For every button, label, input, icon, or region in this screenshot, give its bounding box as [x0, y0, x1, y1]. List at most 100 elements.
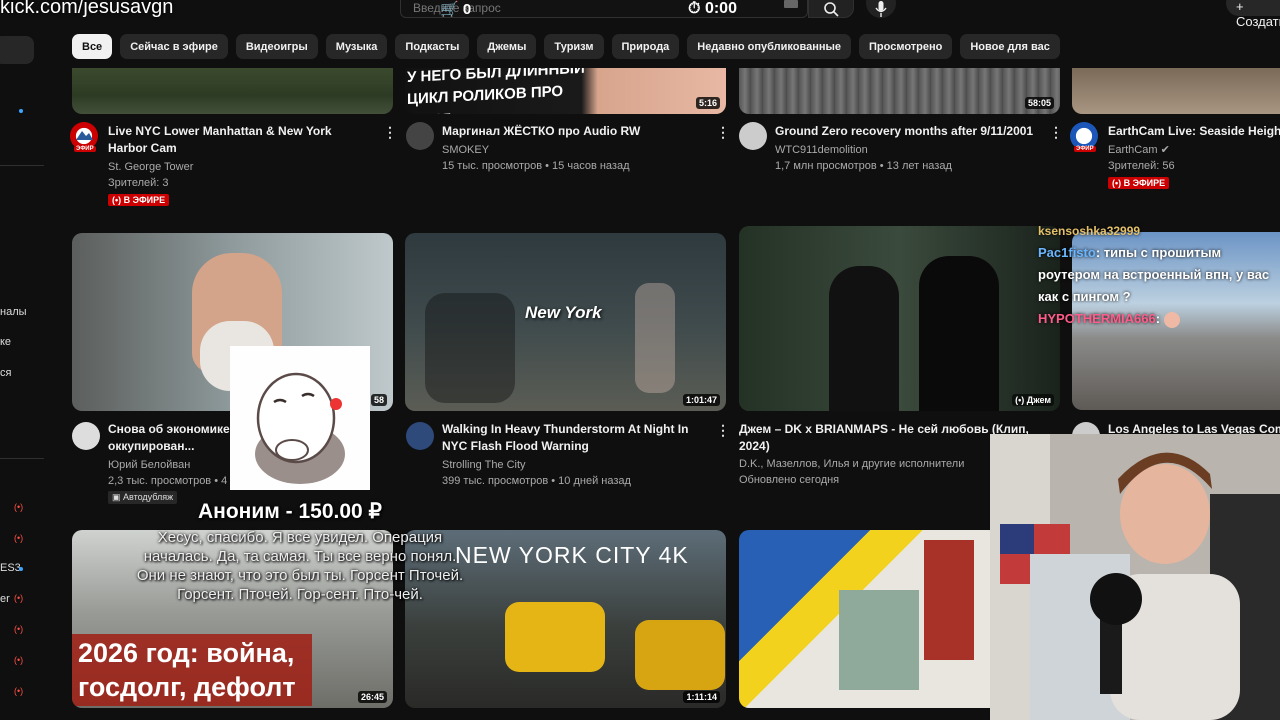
chip-podcasts[interactable]: Подкасты: [395, 34, 470, 59]
video-title[interactable]: Live NYC Lower Manhattan & New York Harb…: [108, 123, 370, 157]
video-stats: 399 тыс. просмотров • 10 дней назад: [442, 475, 631, 487]
auto-dub-badge: ▣ Автодубляж: [108, 491, 178, 504]
channel-name[interactable]: D.K., Мазеллов, Илья и другие исполнител…: [739, 456, 964, 473]
thumbnail-taxi: [505, 602, 605, 672]
sidebar-item-subscription[interactable]: ES3: [0, 562, 21, 574]
video-thumbnail[interactable]: [1072, 68, 1280, 114]
live-icon: (•): [14, 624, 24, 634]
new-content-dot: [19, 567, 23, 571]
video-duration: 58:05: [1024, 97, 1054, 109]
video-title[interactable]: Ground Zero recovery months after 9/11/2…: [775, 123, 1045, 140]
sidebar-divider: [0, 458, 44, 459]
video-title[interactable]: Walking In Heavy Thunderstorm At Night I…: [442, 421, 712, 455]
cat-sticker-icon: [255, 372, 345, 484]
sidebar-item-home[interactable]: [0, 36, 34, 64]
sidebar-divider: [0, 165, 44, 166]
video-title[interactable]: EarthCam Live: Seaside Heights: [1108, 123, 1280, 140]
thumbnail-map: [839, 590, 919, 690]
channel-name[interactable]: EarthCam ✔: [1108, 142, 1170, 159]
new-content-dot: [19, 109, 23, 113]
chip-watched[interactable]: Просмотрено: [859, 34, 953, 59]
streamer-camera-feed: [990, 434, 1280, 720]
sidebar-item-2[interactable]: ке: [0, 336, 11, 348]
search-button[interactable]: [808, 0, 854, 18]
video-duration: 26:45: [357, 691, 387, 703]
sidebar-item-3[interactable]: ся: [0, 367, 11, 379]
chip-recently-uploaded[interactable]: Недавно опубликованные: [687, 34, 852, 59]
live-icon: (•): [14, 533, 24, 543]
create-button[interactable]: + Создать: [1226, 0, 1280, 29]
chip-all[interactable]: Все: [72, 34, 113, 59]
video-thumbnail[interactable]: (•) Джем: [739, 226, 1060, 411]
channel-name[interactable]: Strolling The City: [442, 457, 526, 474]
video-duration: 5:16: [695, 97, 720, 109]
chat-overlay: ksensoshka32999 Pac1fisto: типы с прошит…: [1038, 224, 1280, 330]
thumbnail-tower: [924, 540, 974, 660]
live-icon: (•): [14, 686, 24, 696]
chip-music[interactable]: Музыка: [325, 34, 388, 59]
sidebar: налы ке ся (•) (•) ES3 er (•) (•) (•) (•…: [0, 30, 46, 720]
update-status: Обновлено сегодня: [739, 474, 840, 486]
video-thumbnail[interactable]: New York 1:01:47: [405, 233, 726, 411]
more-options-icon[interactable]: ⋮: [716, 124, 730, 141]
voice-search-button[interactable]: [866, 0, 896, 18]
search-icon: [824, 2, 839, 17]
more-options-icon[interactable]: ⋮: [716, 422, 730, 439]
thumbnail-person: [829, 266, 899, 411]
live-icon: (•): [14, 593, 24, 603]
channel-name[interactable]: WTC911demolition: [775, 142, 868, 159]
stream-url-overlay: kick.com/jesusavgn: [0, 0, 174, 18]
jam-badge: (•) Джем: [1012, 394, 1054, 406]
sidebar-item-subscription[interactable]: er: [0, 593, 10, 605]
verified-icon: ✔: [1160, 144, 1170, 156]
thumbnail-people: [425, 293, 515, 403]
thumbnail-caption: New York: [525, 303, 602, 322]
channel-avatar[interactable]: [406, 422, 434, 450]
chip-new-to-you[interactable]: Новое для вас: [960, 34, 1060, 59]
more-options-icon[interactable]: ⋮: [1049, 124, 1063, 141]
chip-gaming[interactable]: Видеоигры: [235, 34, 318, 59]
live-icon: (•): [14, 502, 24, 512]
chat-username: Pac1fisto: [1038, 245, 1096, 260]
video-thumbnail[interactable]: 58:05: [739, 68, 1060, 114]
chat-message: Pac1fisto: типы с прошитым роутером на в…: [1038, 242, 1280, 308]
video-thumbnail[interactable]: [739, 530, 999, 708]
cart-counter: 🛒 0: [440, 0, 471, 18]
video-thumbnail[interactable]: У НЕГО БЫЛ ДЛИННЫЙ ЦИКЛ РОЛИКОВ ПРО МЕНЯ…: [405, 68, 726, 114]
video-stats: 2,3 тыс. просмотров • 4: [108, 475, 228, 487]
channel-avatar[interactable]: [406, 122, 434, 150]
chip-live[interactable]: Сейчас в эфире: [120, 34, 228, 59]
channel-name[interactable]: SMOKEY: [442, 142, 489, 159]
viewer-count: Зрителей: 56: [1108, 160, 1175, 172]
keyboard-icon[interactable]: [784, 0, 798, 8]
dub-icon: ▣: [112, 492, 124, 502]
webcam-overlay: [990, 434, 1280, 720]
more-options-icon[interactable]: ⋮: [383, 124, 397, 141]
video-thumbnail[interactable]: [72, 68, 393, 114]
video-duration: 1:11:14: [683, 691, 720, 703]
viewer-count: Зрителей: 3: [108, 177, 169, 189]
sidebar-item-channels[interactable]: налы: [0, 306, 27, 318]
live-badge: (•) В ЭФИРЕ: [1108, 177, 1170, 189]
donation-message: Хесус, спасибо. Я все увидел. Операция н…: [136, 529, 464, 603]
live-icon: (•): [1015, 395, 1027, 405]
channel-name[interactable]: Юрий Белойван: [108, 457, 190, 474]
video-stats: 15 тыс. просмотров • 15 часов назад: [442, 160, 630, 172]
video-stats: 1,7 млн просмотров • 13 лет назад: [775, 160, 952, 172]
channel-avatar[interactable]: [739, 122, 767, 150]
stream-timer: ⏱ 0:00: [688, 0, 737, 18]
live-badge: (•) В ЭФИРЕ: [108, 194, 170, 206]
thumbnail-caption: NEW YORK CITY 4K: [455, 542, 689, 568]
chip-nature[interactable]: Природа: [611, 34, 680, 59]
channel-name[interactable]: St. George Tower: [108, 159, 193, 176]
thumbnail-person: [635, 283, 675, 393]
thumbnail-person: [919, 256, 999, 411]
chat-username: HYPOTHERMIA666: [1038, 311, 1156, 326]
live-icon: (•): [14, 655, 24, 665]
chip-jams[interactable]: Джемы: [477, 34, 537, 59]
donation-sticker-image: [230, 346, 370, 490]
channel-avatar[interactable]: [72, 422, 100, 450]
avatar-live-badge: ЭФИР: [74, 146, 96, 152]
video-title[interactable]: Маргинал ЖЁСТКО про Audio RW: [442, 123, 704, 140]
chip-tourism[interactable]: Туризм: [544, 34, 604, 59]
